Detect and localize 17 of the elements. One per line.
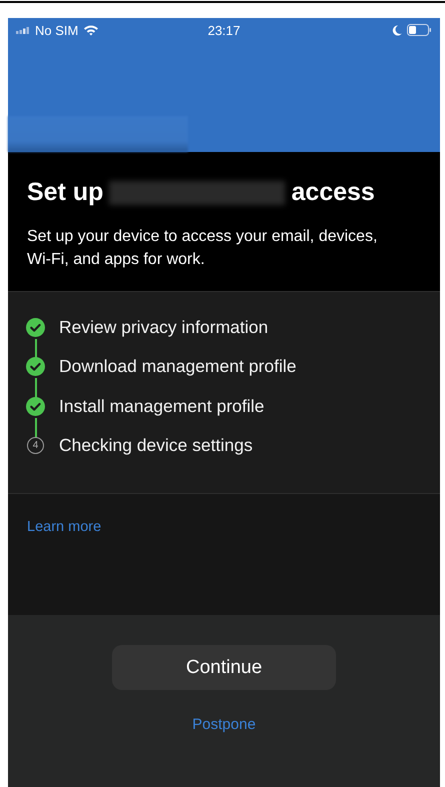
signal-icon xyxy=(16,26,30,34)
learn-more-link[interactable]: Learn more xyxy=(27,519,102,535)
clock-time: 23:17 xyxy=(208,22,240,38)
postpone-link[interactable]: Postpone xyxy=(192,716,256,733)
description-text: Set up your device to access your email, devices, Wi-Fi, and apps for work. xyxy=(27,227,378,270)
moon-icon xyxy=(392,24,402,36)
step-label: Review privacy information xyxy=(59,316,268,338)
continue-button[interactable]: Continue xyxy=(112,645,336,690)
carrier-label: No SIM xyxy=(35,22,78,38)
step-label: Download management profile xyxy=(59,355,296,378)
title-text: Set up xyxy=(27,178,104,207)
step-label: Install management profile xyxy=(59,394,264,416)
step-number: 4 xyxy=(27,436,44,454)
step-label: Checking device settings xyxy=(59,434,253,456)
title-text: access xyxy=(291,178,375,207)
wifi-icon xyxy=(83,24,100,36)
battery-icon xyxy=(407,24,432,36)
